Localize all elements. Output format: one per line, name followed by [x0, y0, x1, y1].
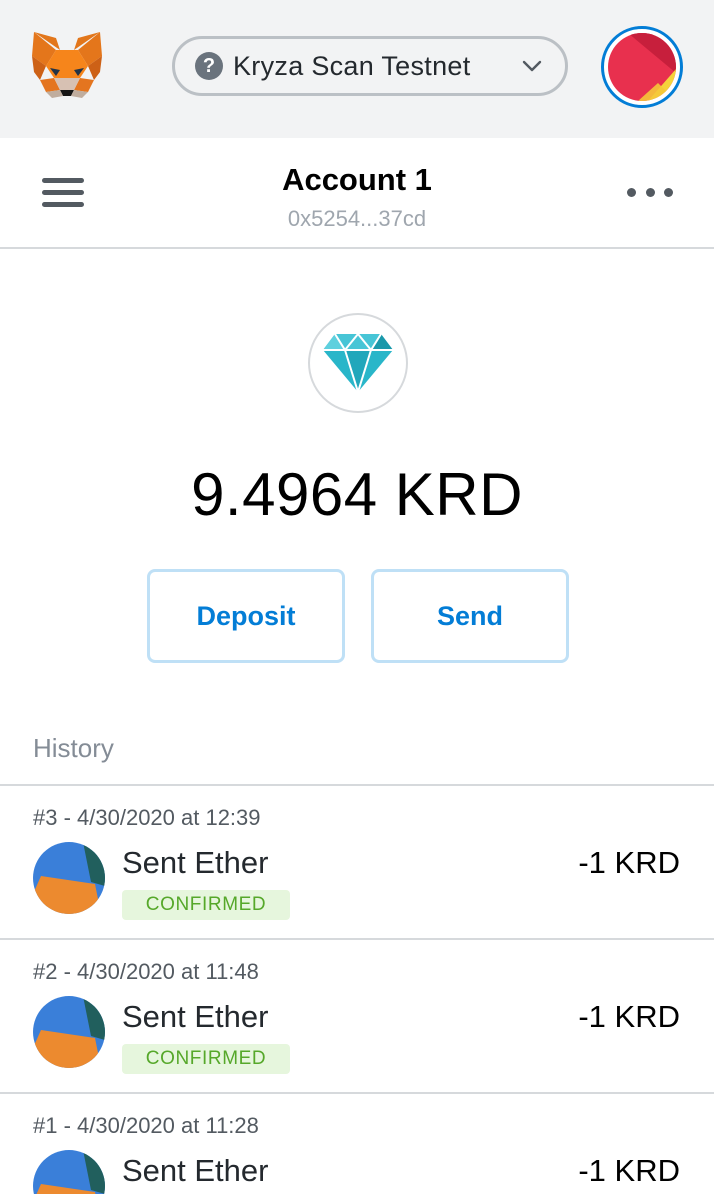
transaction-date: #3 - 4/30/2020 at 12:39 [33, 805, 261, 830]
history-title: History [33, 733, 114, 763]
transaction-amount: -1 KRD [578, 845, 680, 880]
network-name: Kryza Scan Testnet [233, 50, 471, 81]
transaction-title: Sent Ether [122, 1153, 269, 1188]
transaction-row[interactable]: #1 - 4/30/2020 at 11:28 Sent Ether -1 KR… [0, 1094, 714, 1194]
status-badge: CONFIRMED [122, 890, 290, 920]
transaction-amount: -1 KRD [578, 999, 680, 1034]
token-balance: 9.4964 KRD [191, 461, 523, 528]
account-avatar[interactable] [601, 26, 683, 108]
transaction-row[interactable]: #2 - 4/30/2020 at 11:48 Sent Ether CONFI… [0, 940, 714, 1094]
top-bar: ? Kryza Scan Testnet [0, 0, 714, 138]
account-name[interactable]: Account 1 [0, 162, 714, 198]
transaction-title: Sent Ether [122, 845, 269, 880]
account-header: Account 1 0x5254...37cd [0, 138, 714, 249]
account-address[interactable]: 0x5254...37cd [0, 206, 714, 232]
transaction-identicon-icon [33, 1150, 105, 1194]
more-dots-icon[interactable] [627, 188, 673, 200]
transaction-identicon-icon [33, 842, 105, 914]
transaction-date: #1 - 4/30/2020 at 11:28 [33, 1113, 259, 1138]
transaction-title: Sent Ether [122, 999, 269, 1034]
transaction-identicon-icon [33, 996, 105, 1068]
chevron-down-icon [522, 60, 542, 72]
deposit-button[interactable]: Deposit [147, 569, 345, 663]
status-badge: CONFIRMED [122, 1044, 290, 1074]
network-selector[interactable]: ? Kryza Scan Testnet [172, 36, 568, 96]
metamask-fox-icon[interactable] [30, 30, 104, 100]
transaction-row[interactable]: #3 - 4/30/2020 at 12:39 Sent Ether CONFI… [0, 786, 714, 940]
transaction-amount: -1 KRD [578, 1153, 680, 1188]
send-button[interactable]: Send [371, 569, 569, 663]
diamond-icon [308, 313, 408, 413]
transaction-date: #2 - 4/30/2020 at 11:48 [33, 959, 259, 984]
question-circle-icon: ? [195, 52, 223, 80]
